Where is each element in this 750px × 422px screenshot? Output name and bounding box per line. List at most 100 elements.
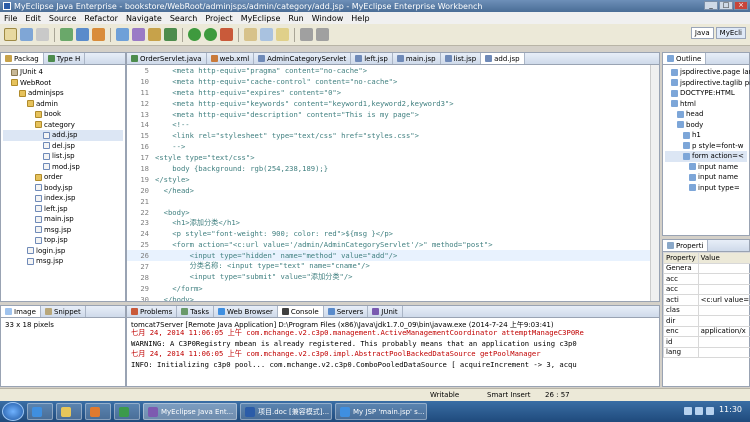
class-icon[interactable] [164,28,177,41]
property-row[interactable]: dir [663,315,750,327]
outline-item[interactable]: jspdirective.taglib pr [665,78,750,89]
minimize-button[interactable]: _ [704,1,718,10]
menu-run[interactable]: Run [288,14,303,23]
editor-tab[interactable]: OrderServlet.java [127,53,207,64]
code-line[interactable]: 27 分类名称: <input type="text" name="cname"… [127,261,659,272]
menu-search[interactable]: Search [170,14,197,23]
tree-item[interactable]: category [3,120,123,131]
taskbar-excel-icon[interactable] [114,403,140,420]
outline-item[interactable]: jspdirective.page lan [665,67,750,78]
code-area[interactable]: 5 <meta http-equiv="pragma" content="no-… [127,65,659,301]
tree-item[interactable]: book [3,109,123,120]
taskbar-explorer-icon[interactable] [56,403,82,420]
outline-item[interactable]: input type= [665,183,747,194]
console-tab[interactable]: Tasks [177,306,215,317]
server-icon[interactable] [76,28,89,41]
code-line[interactable]: 17 <style type="text/css"> [127,152,659,163]
tree-item[interactable]: left.jsp [3,204,123,215]
console-tab[interactable]: Problems [127,306,178,317]
tree-item[interactable]: order [3,172,123,183]
forward-icon[interactable] [316,28,329,41]
taskbar-word[interactable]: 项目.doc [兼容模式]... [240,403,332,420]
tab-package-explorer[interactable]: Packag [1,53,44,64]
perspective-myeclipse[interactable]: MyEcli [715,27,746,39]
back-icon[interactable] [300,28,313,41]
code-line[interactable]: 25 <form action="<c:url value='/admin/Ad… [127,239,659,250]
property-row[interactable]: acc [663,273,750,285]
property-row[interactable]: acc [663,283,750,295]
browser-icon[interactable] [92,28,105,41]
search-icon[interactable] [260,28,273,41]
code-line[interactable]: 14 <!-- [127,119,659,130]
new-icon[interactable] [4,28,17,41]
tab-image[interactable]: Image [1,306,41,317]
tree-item[interactable]: add.jsp [3,130,123,141]
code-line[interactable]: 22 <body> [127,207,659,218]
tree-item[interactable]: mod.jsp [3,162,123,173]
editor-tab[interactable]: web.xml [207,53,255,64]
outline-item[interactable]: DOCTYPE:HTML [665,88,747,99]
code-line[interactable]: 30 </body> [127,294,659,301]
property-row[interactable]: enc application/x [663,325,750,337]
tree-item[interactable]: main.jsp [3,214,123,225]
code-line[interactable]: 10 <meta http-equiv="cache-control" cont… [127,76,659,87]
start-button[interactable] [2,402,24,421]
menu-navigate[interactable]: Navigate [126,14,162,23]
menu-window[interactable]: Window [312,14,344,23]
code-line[interactable]: 24 <p style="font-weight: 900; color: re… [127,228,659,239]
editor-tab[interactable]: AdminCategoryServlet [254,53,352,64]
property-row[interactable]: Genera [663,262,750,274]
tab-properties[interactable]: Properti [663,240,709,251]
outline-item[interactable]: h1 [665,130,747,141]
menu-file[interactable]: File [4,14,17,23]
maximize-button[interactable]: □ [719,1,733,10]
print-icon[interactable] [36,28,49,41]
ejb-icon[interactable] [132,28,145,41]
property-row[interactable]: acti <c:url value= [663,294,750,306]
code-line[interactable]: 23 <h1>添加分类</h1> [127,217,659,228]
code-line[interactable]: 18 body {background: rgb(254,238,189);} [127,163,659,174]
editor-tab[interactable]: list.jsp [441,53,482,64]
editor-tab[interactable]: add.jsp [481,53,525,64]
perspective-java[interactable]: Java [690,27,714,39]
deploy-icon[interactable] [60,28,73,41]
tree-item[interactable]: del.jsp [3,141,123,152]
close-button[interactable]: × [734,1,748,10]
menu-source[interactable]: Source [49,14,76,23]
outline-item[interactable]: input name [665,172,747,183]
tab-type-hierarchy[interactable]: Type H [44,53,86,64]
tree-item[interactable]: adminjsps [3,88,123,99]
console-tab[interactable]: JUnit [368,306,403,317]
annotation-icon[interactable] [276,28,289,41]
outline-item[interactable]: head [665,109,747,120]
save-icon[interactable] [20,28,33,41]
taskbar-ie-icon[interactable] [27,403,53,420]
tree-item[interactable]: WebRoot [3,78,123,89]
tab-outline[interactable]: Outline [663,53,707,64]
menu-refactor[interactable]: Refactor [84,14,118,23]
tree-item[interactable]: msg.jsp [3,256,123,267]
package-icon[interactable] [148,28,161,41]
property-row[interactable]: lang [663,346,750,358]
debug-icon[interactable] [188,28,201,41]
code-line[interactable]: 26 <input type="hidden" name="method" va… [127,250,659,262]
editor-tab[interactable]: main.jsp [393,53,441,64]
property-row[interactable]: clas [663,304,750,316]
code-line[interactable]: 13 <meta http-equiv="description" conten… [127,109,659,120]
menu-project[interactable]: Project [205,14,232,23]
editor-scrollbar[interactable] [650,65,659,301]
run-icon[interactable] [204,28,217,41]
tree-item[interactable]: JUnit 4 [3,67,123,78]
tree-item[interactable]: admin [3,99,123,110]
tab-snippets[interactable]: Snippet [41,306,86,317]
code-line[interactable]: 29 </form> [127,283,659,294]
property-row[interactable]: id [663,336,750,348]
code-line[interactable]: 21 [127,196,659,207]
console-tab[interactable]: Web Browser [214,306,278,317]
console-output[interactable]: 七月 24, 2014 11:06:05 上午 com.mchange.v2.c… [127,328,659,370]
outline-item[interactable]: p style=font-w [665,141,747,152]
tree-item[interactable]: list.jsp [3,151,123,162]
web-project-icon[interactable] [116,28,129,41]
menu-help[interactable]: Help [351,14,369,23]
outline-item[interactable]: form action=< [665,151,747,162]
